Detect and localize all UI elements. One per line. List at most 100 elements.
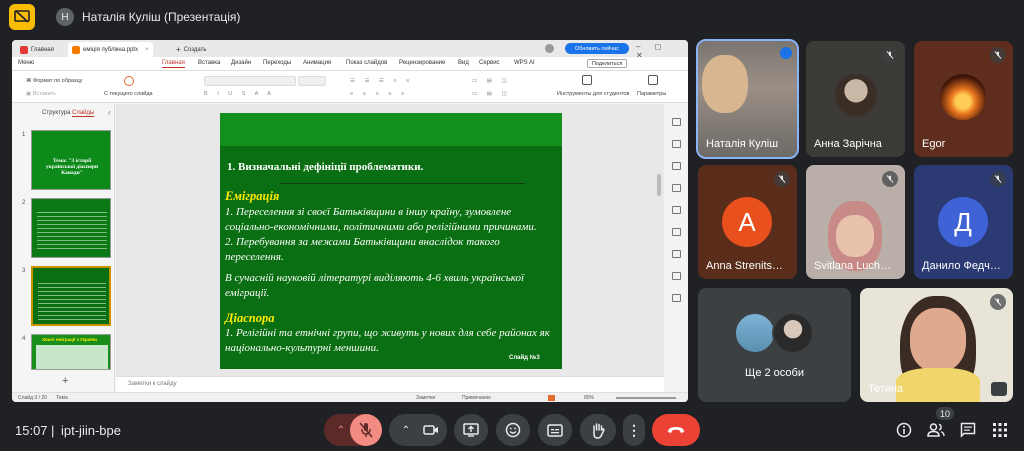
tool-icon[interactable]	[672, 118, 681, 126]
participant-initial: А	[722, 197, 772, 247]
tool-icon[interactable]	[672, 184, 681, 192]
people-button[interactable]	[927, 422, 945, 438]
speaking-indicator-icon	[780, 47, 792, 59]
slide-thumbnail-selected[interactable]	[31, 266, 111, 326]
menu-view[interactable]: Вид	[458, 60, 469, 66]
parameters-icon[interactable]	[648, 75, 658, 85]
play-icon[interactable]	[548, 395, 555, 401]
format-painter-label: Формат по образцу	[33, 78, 83, 84]
menu-home[interactable]: Главная	[162, 60, 185, 68]
meeting-info-button[interactable]	[896, 422, 912, 438]
heading-diaspora: Діаспора	[225, 311, 275, 325]
participant-tile[interactable]: Наталія Куліш	[696, 39, 799, 159]
slide-thumbnail[interactable]	[31, 198, 111, 258]
align-buttons[interactable]: ≡ ≡ ≡ ≡ ≡	[350, 91, 408, 97]
more-options-button[interactable]: ⋮	[623, 414, 645, 446]
format-painter-button[interactable]: ⌘ Формат по образцу	[26, 78, 82, 84]
participant-face	[836, 215, 874, 257]
participant-name: Наталія Куліш	[706, 138, 779, 150]
participant-tile[interactable]: Svitlana Luch…	[806, 165, 905, 279]
emoji-icon	[505, 422, 521, 438]
mic-toggle-button[interactable]	[350, 414, 382, 446]
participant-name: Тетяна	[868, 383, 904, 395]
tool-icon[interactable]	[672, 294, 681, 302]
participant-tile[interactable]: Анна Зарічна	[806, 41, 905, 157]
arrange-buttons[interactable]: ▭ ▤ ◫	[472, 91, 511, 97]
menu-review[interactable]: Рецензирование	[399, 60, 445, 66]
shape-buttons[interactable]: ▭ ▤ ◫	[472, 78, 511, 84]
status-bar: Слайд 3 / 20 Тема Заметки Примечание 80%	[12, 392, 688, 402]
menu-insert[interactable]: Вставка	[198, 60, 220, 66]
update-button[interactable]: Обновить сейчас	[565, 43, 629, 54]
tool-icon[interactable]	[672, 206, 681, 214]
participant-tile[interactable]: Д Данило Федч…	[914, 165, 1013, 279]
tab-structure[interactable]: Структура	[42, 110, 70, 116]
app-tab-bar: Главная еміція публікна.pptx × + Создать О…	[12, 40, 688, 60]
user-avatar[interactable]	[545, 44, 554, 53]
waves-note: В сучасній науковій літературі виділяють…	[225, 272, 525, 299]
paragraph-buttons[interactable]: ☰ ☰ ☰ ≡ ≡	[350, 78, 413, 84]
tool-icon[interactable]	[672, 228, 681, 236]
font-format-buttons[interactable]: B I U S A A	[204, 91, 275, 97]
mic-off-icon	[359, 422, 373, 438]
menu-animation[interactable]: Анимация	[303, 60, 331, 66]
presentation-icon[interactable]	[9, 4, 35, 30]
tool-icon[interactable]	[672, 272, 681, 280]
student-tools-button[interactable]: Инструменты для студентов	[557, 91, 629, 97]
reactions-button[interactable]	[496, 414, 530, 446]
parameters-button[interactable]: Параметры	[637, 91, 666, 97]
tool-icon[interactable]	[672, 140, 681, 148]
participant-tile[interactable]: Egor	[914, 41, 1013, 157]
new-tab-button[interactable]: + Создать	[172, 42, 210, 57]
menu-transitions[interactable]: Переходы	[263, 60, 291, 66]
leave-call-button[interactable]	[652, 414, 700, 446]
tab-document[interactable]: еміція публікна.pptx ×	[68, 42, 153, 57]
present-button[interactable]	[454, 414, 488, 446]
menu-design[interactable]: Дизайн	[231, 60, 251, 66]
vertical-scrollbar[interactable]	[657, 174, 661, 196]
collapse-panel-icon[interactable]: ‹	[108, 108, 111, 117]
menu-wps-ai[interactable]: WPS AI	[514, 60, 535, 66]
participant-face	[910, 308, 966, 372]
slide-header-band	[220, 113, 562, 146]
thumbnail-text-lines	[38, 280, 106, 320]
close-icon[interactable]: ×	[145, 47, 149, 53]
slide-panel: Структура Слайды ‹ 1 Тема: "З історії ук…	[12, 104, 115, 394]
slide-thumbnail[interactable]: Тема: "З історії української діаспори Ка…	[31, 130, 111, 190]
thumbnail-text-lines	[37, 209, 107, 251]
participant-tile[interactable]: А Anna Strenits…	[698, 165, 797, 279]
chat-button[interactable]	[960, 422, 976, 438]
menu-slideshow[interactable]: Показ слайдов	[346, 60, 387, 66]
pin-icon[interactable]	[991, 382, 1007, 396]
tab-slides[interactable]: Слайды	[72, 110, 95, 117]
activities-button[interactable]	[993, 423, 1007, 437]
student-tools-icon[interactable]	[582, 75, 592, 85]
slide-number: 4	[22, 336, 26, 342]
share-button[interactable]: Поделиться	[587, 59, 628, 68]
tool-icon[interactable]	[672, 162, 681, 170]
menu-tools[interactable]: Сервис	[479, 60, 500, 66]
camera-toggle-button[interactable]	[415, 414, 447, 446]
paste-button[interactable]: ▣ Вставить	[26, 91, 56, 97]
captions-button[interactable]	[538, 414, 572, 446]
from-current-slide-button[interactable]: С текущего слайда	[104, 91, 153, 97]
new-tab-label: Создать	[183, 46, 207, 53]
font-size-select[interactable]	[298, 76, 326, 86]
font-name-select[interactable]	[204, 76, 296, 86]
zoom-slider[interactable]	[616, 397, 676, 399]
theme-label[interactable]: Тема	[56, 395, 68, 401]
end-call-icon	[668, 427, 684, 433]
raise-hand-button[interactable]	[580, 414, 616, 446]
play-from-current-icon[interactable]	[124, 76, 134, 86]
hand-icon	[592, 422, 605, 439]
comments-toggle[interactable]: Примечание	[462, 395, 491, 401]
notes-toggle[interactable]: Заметки	[416, 395, 435, 401]
add-slide-button[interactable]: +	[62, 375, 68, 387]
tab-home[interactable]: Главная	[16, 42, 58, 57]
tool-icon[interactable]	[672, 250, 681, 258]
more-participants-tile[interactable]: Ще 2 особи	[698, 288, 851, 402]
menu-main[interactable]: Меню	[18, 60, 34, 66]
slide-thumbnail[interactable]: Хвилі еміграції з України	[31, 334, 111, 370]
participant-tile[interactable]: Тетяна	[860, 288, 1013, 402]
participant-face	[702, 55, 748, 113]
